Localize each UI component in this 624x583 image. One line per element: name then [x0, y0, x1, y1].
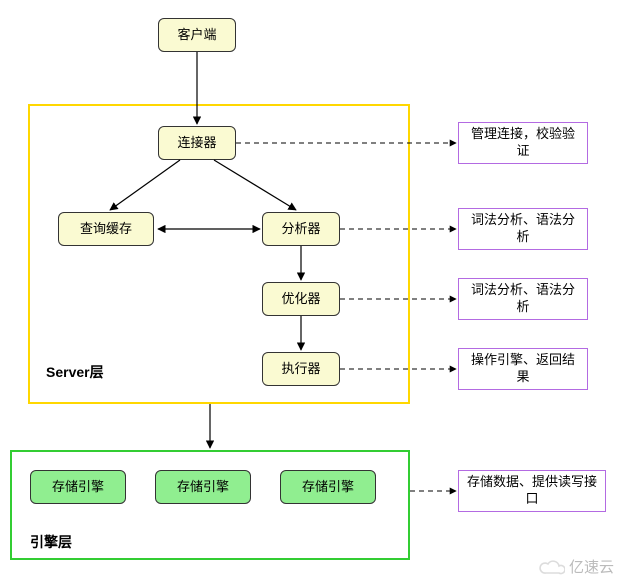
- cloud-icon: [539, 558, 565, 576]
- connector-note: 管理连接，校验验证: [458, 122, 588, 164]
- engine-layer-label: 引擎层: [30, 532, 72, 552]
- optimizer-node: 优化器: [262, 282, 340, 316]
- watermark-text: 亿速云: [569, 556, 614, 577]
- optimizer-note: 词法分析、语法分析: [458, 278, 588, 320]
- storage-engine-node-2: 存储引擎: [155, 470, 251, 504]
- watermark: 亿速云: [539, 556, 614, 577]
- executor-node: 执行器: [262, 352, 340, 386]
- engine-note: 存储数据、提供读写接口: [458, 470, 606, 512]
- parser-node: 分析器: [262, 212, 340, 246]
- storage-engine-node-3: 存储引擎: [280, 470, 376, 504]
- cache-node: 查询缓存: [58, 212, 154, 246]
- connector-node: 连接器: [158, 126, 236, 160]
- client-node: 客户端: [158, 18, 236, 52]
- executor-note: 操作引擎、返回结果: [458, 348, 588, 390]
- parser-note: 词法分析、语法分析: [458, 208, 588, 250]
- storage-engine-node-1: 存储引擎: [30, 470, 126, 504]
- server-layer-label: Server层: [46, 362, 104, 382]
